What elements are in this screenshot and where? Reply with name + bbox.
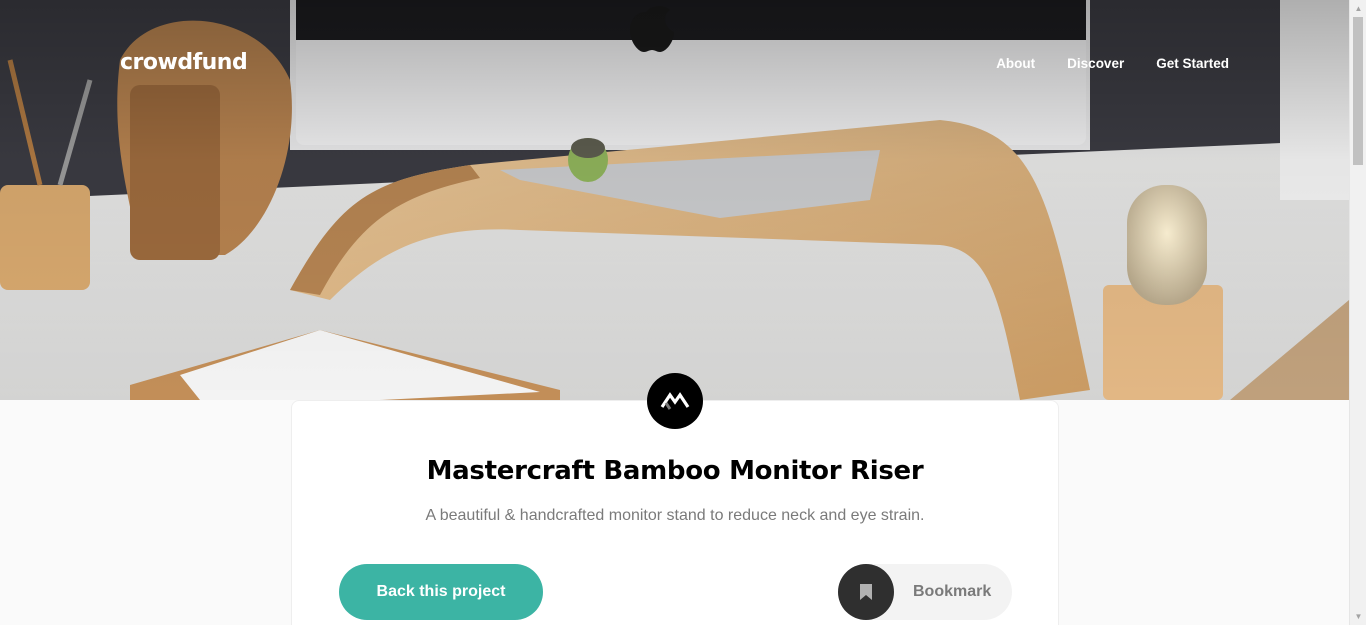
bookmark-label: Bookmark <box>913 583 992 600</box>
nav-link-about[interactable]: About <box>996 56 1035 71</box>
project-title: Mastercraft Bamboo Monitor Riser <box>426 456 924 486</box>
bookmark-icon-circle <box>838 564 894 620</box>
page: crowdfund About Discover Get Started Mas… <box>0 0 1349 625</box>
hero-image: crowdfund About Discover Get Started <box>0 0 1349 400</box>
brand-badge <box>647 373 703 429</box>
vertical-scrollbar[interactable]: ▲ ▼ <box>1349 0 1366 625</box>
project-subtitle: A beautiful & handcrafted monitor stand … <box>425 507 925 524</box>
main-nav: About Discover Get Started <box>996 56 1229 71</box>
mastercraft-logo-icon <box>660 392 690 410</box>
project-card: Mastercraft Bamboo Monitor Riser A beaut… <box>291 400 1059 625</box>
scroll-down-arrow-icon[interactable]: ▼ <box>1350 608 1366 625</box>
nav-link-discover[interactable]: Discover <box>1067 56 1124 71</box>
logo[interactable]: crowdfund <box>120 50 248 75</box>
back-project-button[interactable]: Back this project <box>339 564 543 620</box>
scroll-up-arrow-icon[interactable]: ▲ <box>1350 0 1366 17</box>
bookmark-button[interactable]: Bookmark <box>838 564 1012 620</box>
bookmark-icon <box>860 584 872 600</box>
nav-link-get-started[interactable]: Get Started <box>1156 56 1229 71</box>
scroll-thumb[interactable] <box>1353 17 1363 165</box>
